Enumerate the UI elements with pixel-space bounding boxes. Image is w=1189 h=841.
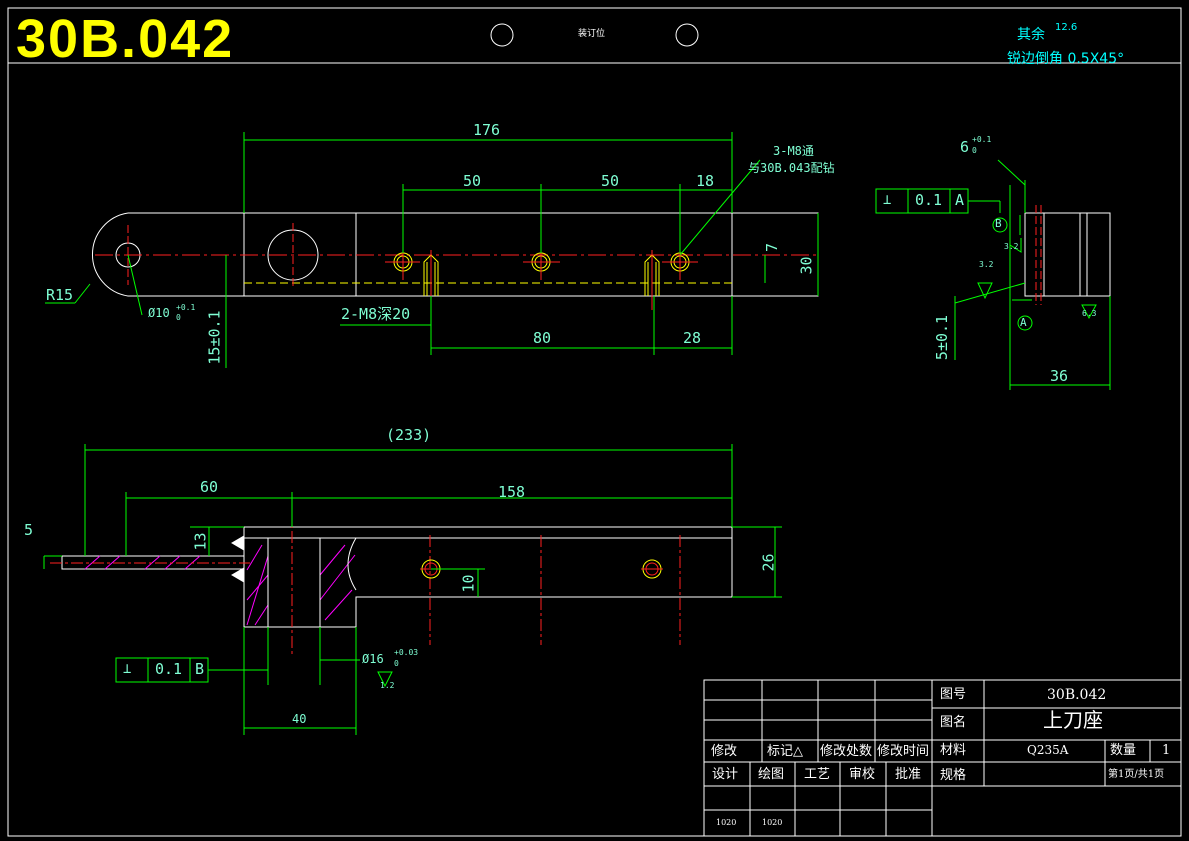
holes-callout-1: 3-M8通 (773, 144, 814, 158)
tb-drawing-no-value: 30B.042 (1047, 687, 1107, 703)
tb-quantity-value: 1 (1162, 743, 1171, 758)
dim-5-top: 5 (24, 521, 34, 539)
dim-80: 80 (533, 329, 552, 347)
dim-176: 176 (473, 121, 501, 139)
top-hatch (84, 544, 356, 626)
dim-5: 5±0.1 (933, 314, 952, 361)
bore-16-tol-low: 0 (394, 659, 399, 668)
tb-rev-header-3: 修改处数 (820, 744, 873, 759)
side-perp-datum: A (955, 191, 965, 209)
dim-36: 36 (1050, 367, 1069, 385)
tapped-hole-2 (644, 250, 660, 310)
front-view (45, 132, 820, 368)
dim-26: 26 (759, 553, 778, 572)
tb-date-1: 1020 (716, 818, 737, 827)
tb-rev-header-1: 修改 (711, 744, 738, 759)
side-dimensions (875, 159, 1111, 390)
tb-sign-header-2: 绘图 (758, 767, 785, 782)
rough-top: 1.2 (380, 681, 395, 690)
dim-50-b: 50 (601, 172, 620, 190)
bore-dia-10: Ø10 (148, 306, 170, 320)
side-outline (1024, 212, 1111, 297)
bore-10-tol-up: +0.1 (176, 303, 196, 312)
side-perp-symbol: ⊥ (883, 192, 892, 208)
tb-rev-header-4: 修改时间 (877, 744, 930, 759)
rough-side-2: 3.2 (979, 260, 994, 269)
dim-18: 18 (696, 172, 715, 190)
top-perp-datum: B (195, 660, 205, 678)
tb-sign-header-1: 设计 (712, 767, 739, 782)
drawing-canvas (7, 7, 1182, 837)
tb-material-value: Q235A (1027, 743, 1069, 757)
dim-28: 28 (683, 329, 702, 347)
radius-r15: R15 (46, 286, 74, 304)
side-view (875, 159, 1111, 390)
dim-233: (233) (386, 426, 432, 444)
tb-material-label: 材料 (940, 743, 967, 758)
dim-10: 10 (459, 574, 478, 593)
dim-40: 40 (292, 712, 307, 726)
top-perp-symbol: ⊥ (123, 661, 132, 677)
tb-sign-header-5: 批准 (895, 767, 922, 782)
surface-note-value: 12.6 (1055, 22, 1078, 33)
top-dimensions (43, 444, 782, 735)
tb-sign-header-4: 审校 (849, 767, 876, 782)
tb-sign-header-3: 工艺 (804, 767, 831, 782)
dim-6-tol-low: 0 (972, 146, 977, 155)
binding-hole-right (675, 23, 699, 47)
tb-date-2: 1020 (762, 818, 783, 827)
bore-16-tol-up: +0.03 (394, 648, 419, 657)
top-outline (243, 526, 733, 628)
dim-30: 30 (797, 256, 816, 275)
tapped-holes-note: 2-M8深20 (341, 305, 411, 323)
side-perp-value: 0.1 (915, 191, 943, 209)
dim-158: 158 (498, 483, 526, 501)
top-hole-2 (641, 559, 663, 579)
dim-6-tol-up: +0.1 (972, 135, 992, 144)
rough-side-1: 3.2 (1004, 242, 1019, 251)
tb-rev-header-2: 标记△ (767, 744, 803, 759)
tb-drawing-no-label: 图号 (940, 687, 967, 702)
dim-15: 15±0.1 (205, 310, 224, 365)
surface-note-label: 其余 (1017, 27, 1045, 43)
holes-callout-2: 与30B.043配钻 (748, 161, 835, 175)
tb-quantity-label: 数量 (1110, 743, 1137, 758)
binding-hole-left (490, 23, 514, 47)
tb-part-name-value: 上刀座 (1043, 708, 1103, 732)
bore-10-tol-low: 0 (176, 313, 181, 322)
dim-7: 7 (763, 242, 782, 253)
binding-label: 装订位 (578, 29, 606, 39)
top-perp-value: 0.1 (155, 660, 183, 678)
outer-frame (7, 7, 1182, 837)
tb-part-name-label: 图名 (940, 715, 967, 730)
datum-b-marker: B (995, 217, 1002, 230)
tb-page-info: 第1页/共1页 (1108, 769, 1165, 780)
dim-50-a: 50 (463, 172, 482, 190)
drawing-number-title: 30B.042 (16, 9, 235, 69)
bore-dia-16: Ø16 (362, 652, 384, 666)
tb-spec-label: 规格 (940, 768, 967, 783)
chamfer-note: 锐边倒角 0.5X45° (1007, 51, 1125, 67)
dim-13: 13 (191, 532, 210, 551)
top-view (43, 444, 782, 735)
dim-6: 6 (960, 138, 970, 156)
datum-a-marker: A (1020, 316, 1027, 329)
top-bore-section (267, 537, 321, 628)
rough-side-3: 6.3 (1082, 309, 1097, 318)
dim-60: 60 (200, 478, 219, 496)
